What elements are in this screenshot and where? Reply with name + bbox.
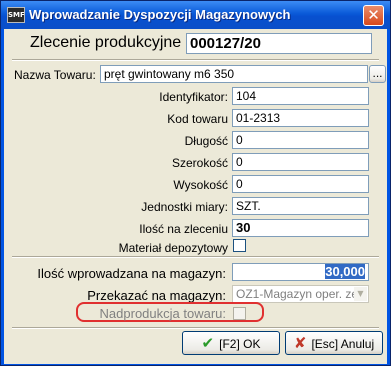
title-bar[interactable]: SMF Wprowadzanie Dyspozycji Magazynowych… bbox=[1, 1, 390, 29]
length-field[interactable]: 0 bbox=[232, 131, 369, 149]
product-name-field[interactable]: pręt gwintowany m6 350 bbox=[100, 65, 368, 83]
window-title: Wprowadzanie Dyspozycji Magazynowych bbox=[29, 7, 291, 22]
unit-field[interactable]: SZT. bbox=[232, 197, 369, 215]
width-field[interactable]: 0 bbox=[232, 153, 369, 171]
unit-label: Jednostki miary: bbox=[141, 200, 228, 214]
identifier-field[interactable]: 104 bbox=[232, 87, 369, 105]
overproduction-label: Nadprodukcja towaru: bbox=[99, 306, 226, 321]
deposit-material-checkbox[interactable] bbox=[233, 239, 246, 252]
separator-top bbox=[12, 59, 379, 61]
product-code-field[interactable]: 01-2313 bbox=[232, 109, 369, 127]
intake-quantity-value: 30,000 bbox=[325, 264, 365, 279]
order-quantity-field[interactable]: 30 bbox=[232, 219, 369, 237]
separator-bottom bbox=[12, 327, 379, 329]
separator-middle bbox=[12, 256, 379, 258]
order-number-field[interactable]: 000127/20 bbox=[186, 33, 372, 54]
identifier-label: Identyfikator: bbox=[159, 90, 228, 104]
intake-quantity-label: Ilość wprowadzana na magazyn: bbox=[37, 266, 226, 281]
overproduction-checkbox[interactable] bbox=[233, 307, 246, 320]
order-quantity-label: Ilość na zleceniu bbox=[139, 222, 228, 236]
intake-quantity-field[interactable]: 30,000 bbox=[232, 263, 369, 281]
check-icon: ✔ bbox=[201, 334, 215, 352]
dialog-window: SMF Wprowadzanie Dyspozycji Magazynowych… bbox=[0, 0, 391, 366]
ok-button-label: [F2] OK bbox=[219, 337, 261, 351]
ok-button[interactable]: ✔ [F2] OK bbox=[182, 331, 280, 355]
deposit-material-label: Materiał depozytowy bbox=[118, 241, 228, 255]
order-label: Zlecenie produkcyjne bbox=[30, 34, 182, 51]
transfer-warehouse-select[interactable]: OZ1-Magazyn oper. zew ▼ bbox=[232, 285, 369, 303]
product-code-label: Kod towaru bbox=[167, 112, 228, 126]
app-icon: SMF bbox=[7, 7, 25, 23]
transfer-warehouse-value: OZ1-Magazyn oper. zew bbox=[236, 287, 367, 301]
length-label: Długość bbox=[184, 134, 228, 148]
width-label: Szerokość bbox=[171, 156, 228, 170]
height-label: Wysokość bbox=[173, 178, 228, 192]
chevron-down-icon[interactable]: ▼ bbox=[354, 287, 367, 301]
browse-product-button[interactable]: ... bbox=[369, 65, 386, 83]
cancel-x-icon: ✘ bbox=[293, 334, 307, 352]
cancel-button-label: [Esc] Anuluj bbox=[311, 337, 375, 351]
close-icon[interactable]: ✕ bbox=[363, 5, 384, 26]
dialog-body: Zlecenie produkcyjne 000127/20 Nazwa Tow… bbox=[4, 29, 387, 364]
height-field[interactable]: 0 bbox=[232, 175, 369, 193]
cancel-button[interactable]: ✘ [Esc] Anuluj bbox=[285, 331, 383, 355]
transfer-warehouse-label: Przekazać na magazyn: bbox=[87, 288, 226, 303]
product-name-label: Nazwa Towaru: bbox=[14, 68, 96, 82]
